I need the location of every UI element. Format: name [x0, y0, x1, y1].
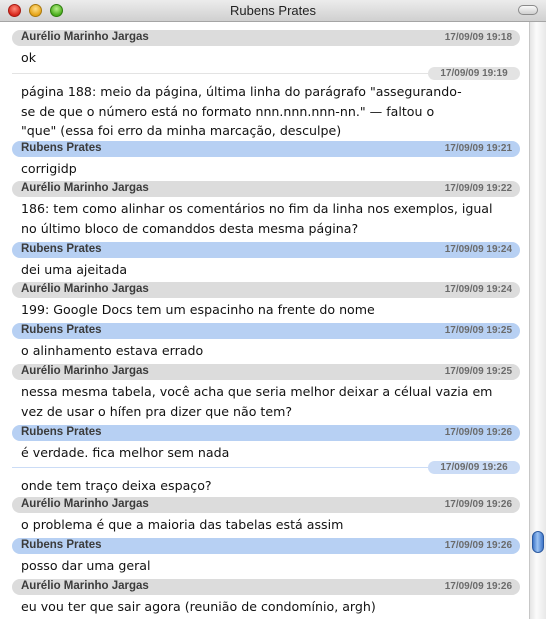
message-timestamp: 17/09/09 19:26	[444, 540, 512, 551]
message-text: corrigidp	[21, 161, 77, 176]
message-text: o alinhamento estava errado	[21, 343, 204, 358]
chat-transcript: Aurélio Marinho Jargas 17/09/09 19:18 ok…	[0, 22, 529, 619]
sender-name: Aurélio Marinho Jargas	[21, 580, 149, 592]
message-header: Aurélio Marinho Jargas 17/09/09 19:18	[12, 30, 520, 46]
message-timestamp: 17/09/09 19:26	[428, 461, 520, 474]
sender-name: Aurélio Marinho Jargas	[21, 365, 149, 377]
message-entry: Aurélio Marinho Jargas 17/09/09 19:26 eu…	[12, 579, 520, 617]
vertical-scrollbar[interactable]	[529, 22, 546, 619]
message-continuation-divider: 17/09/09 19:19	[12, 67, 520, 80]
divider-line	[12, 73, 428, 74]
message-timestamp: 17/09/09 19:26	[444, 427, 512, 438]
message-timestamp: 17/09/09 19:19	[428, 67, 520, 80]
message-text: 186: tem como alinhar os comentários no …	[21, 201, 493, 216]
message-text: vez de usar o hífen pra dizer que não te…	[21, 403, 293, 419]
sender-name: Rubens Prates	[21, 243, 102, 255]
message-text: onde tem traço deixa espaço?	[21, 478, 212, 493]
message-header: Rubens Prates 17/09/09 19:26	[12, 425, 520, 441]
message-text: se de que o número está no formato nnn.n…	[21, 103, 435, 119]
sender-name: Aurélio Marinho Jargas	[21, 31, 149, 43]
sender-name: Rubens Prates	[21, 426, 102, 438]
message-entry: 17/09/09 19:26 onde tem traço deixa espa…	[12, 461, 520, 496]
message-entry: Aurélio Marinho Jargas 17/09/09 19:25 ne…	[12, 364, 520, 421]
message-header: Rubens Prates 17/09/09 19:26	[12, 538, 520, 554]
message-header: Aurélio Marinho Jargas 17/09/09 19:24	[12, 282, 520, 298]
message-entry: Aurélio Marinho Jargas 17/09/09 19:18 ok	[12, 30, 520, 68]
message-header: Rubens Prates 17/09/09 19:24	[12, 242, 520, 258]
message-text: posso dar uma geral	[21, 558, 151, 573]
sender-name: Rubens Prates	[21, 324, 102, 336]
message-text: "que" (essa foi erro da minha marcação, …	[21, 123, 342, 138]
message-entry: 17/09/09 19:19 página 188: meio da págin…	[12, 67, 520, 141]
message-text: 199: Google Docs tem um espacinho na fre…	[21, 302, 375, 317]
message-timestamp: 17/09/09 19:18	[444, 32, 512, 43]
message-timestamp: 17/09/09 19:22	[444, 183, 512, 194]
message-text: dei uma ajeitada	[21, 262, 128, 277]
message-timestamp: 17/09/09 19:26	[444, 499, 512, 510]
message-header: Rubens Prates 17/09/09 19:21	[12, 141, 520, 157]
message-timestamp: 17/09/09 19:24	[444, 244, 512, 255]
message-header: Aurélio Marinho Jargas 17/09/09 19:22	[12, 181, 520, 197]
message-timestamp: 17/09/09 19:25	[444, 325, 512, 336]
message-timestamp: 17/09/09 19:21	[444, 143, 512, 154]
message-text: página 188: meio da página, última linha…	[21, 84, 462, 99]
message-timestamp: 17/09/09 19:25	[444, 366, 512, 377]
message-entry: Aurélio Marinho Jargas 17/09/09 19:26 o …	[12, 497, 520, 535]
message-timestamp: 17/09/09 19:24	[444, 284, 512, 295]
message-text: é verdade. fica melhor sem nada	[21, 445, 230, 460]
message-text: no último bloco de comanddos desta mesma…	[21, 220, 359, 236]
message-timestamp: 17/09/09 19:26	[444, 581, 512, 592]
message-header: Rubens Prates 17/09/09 19:25	[12, 323, 520, 339]
sender-name: Rubens Prates	[21, 142, 102, 154]
sender-name: Aurélio Marinho Jargas	[21, 182, 149, 194]
message-text: o problema é que a maioria das tabelas e…	[21, 517, 344, 532]
scrollbar-thumb[interactable]	[532, 531, 544, 553]
message-text: nessa mesma tabela, você acha que seria …	[21, 384, 493, 399]
message-header: Aurélio Marinho Jargas 17/09/09 19:26	[12, 497, 520, 513]
message-header: Aurélio Marinho Jargas 17/09/09 19:25	[12, 364, 520, 380]
message-entry: Rubens Prates 17/09/09 19:21 corrigidp	[12, 141, 520, 179]
sender-name: Rubens Prates	[21, 539, 102, 551]
message-entry: Rubens Prates 17/09/09 19:25 o alinhamen…	[12, 323, 520, 361]
title-bar: Rubens Prates	[0, 0, 546, 22]
chat-window: Rubens Prates Aurélio Marinho Jargas 17/…	[0, 0, 546, 619]
sender-name: Aurélio Marinho Jargas	[21, 498, 149, 510]
divider-line	[12, 467, 428, 468]
message-entry: Rubens Prates 17/09/09 19:24 dei uma aje…	[12, 242, 520, 280]
message-entry: Aurélio Marinho Jargas 17/09/09 19:22 18…	[12, 181, 520, 238]
message-header: Aurélio Marinho Jargas 17/09/09 19:26	[12, 579, 520, 595]
message-entry: Rubens Prates 17/09/09 19:26 posso dar u…	[12, 538, 520, 576]
message-entry: Rubens Prates 17/09/09 19:26 é verdade. …	[12, 425, 520, 463]
sender-name: Aurélio Marinho Jargas	[21, 283, 149, 295]
toolbar-toggle-button[interactable]	[518, 5, 538, 15]
window-title: Rubens Prates	[230, 3, 316, 18]
message-text: ok	[21, 50, 36, 65]
message-continuation-divider: 17/09/09 19:26	[12, 461, 520, 474]
message-entry: Aurélio Marinho Jargas 17/09/09 19:24 19…	[12, 282, 520, 320]
message-text: eu vou ter que sair agora (reunião de co…	[21, 599, 376, 614]
